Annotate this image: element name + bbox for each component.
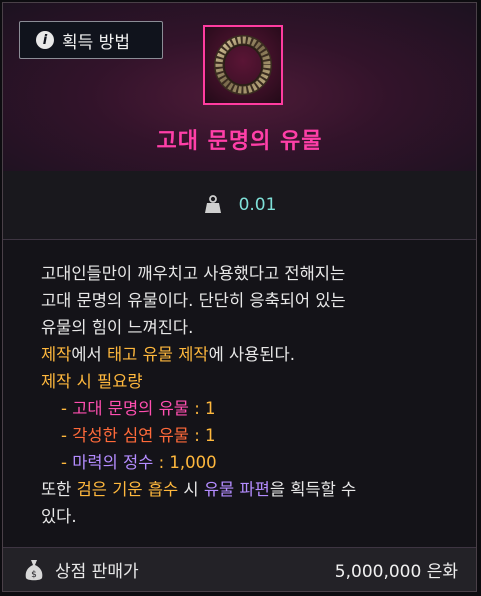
svg-text:$: $ (31, 570, 37, 580)
material-qty: 1,000 (169, 453, 217, 472)
sell-price-value: 5,000,000 은화 (334, 562, 458, 582)
material-sep: : (188, 399, 206, 418)
material-name: 각성한 심연 유물 (72, 426, 189, 445)
craft-target: 태고 유물 제작 (106, 345, 209, 364)
item-tooltip: i 획득 방법 고대 문명의 유물 0.01 고대인들만이 깨우치고 사용했다고… (2, 2, 477, 592)
material-row: - 고대 문명의 유물 : 1 (41, 395, 461, 422)
material-qty: 1 (205, 426, 216, 445)
weight-row: 0.01 (3, 171, 476, 240)
weight-value: 0.01 (238, 195, 277, 215)
sell-price-row: $ 상점 판매가 5,000,000 은화 (3, 547, 476, 591)
material-sep: : (153, 453, 170, 472)
extra-text: 시 (178, 480, 204, 499)
item-header: i 획득 방법 고대 문명의 유물 (3, 3, 476, 172)
weight-icon (204, 195, 221, 213)
item-image (203, 25, 283, 105)
description-line: 유물의 힘이 느껴진다. (41, 318, 194, 337)
description-line: 고대인들만이 깨우치고 사용했다고 전해지는 (41, 264, 346, 283)
material-name: 고대 문명의 유물 (72, 399, 189, 418)
relic-fragment: 유물 파편 (203, 480, 270, 499)
material-row: - 각성한 심연 유물 : 1 (41, 422, 461, 449)
extra-text: 을 획득할 수 (269, 480, 357, 499)
material-dash: - (61, 399, 73, 418)
item-name: 고대 문명의 유물 (156, 129, 323, 154)
extra-text: 또한 (41, 480, 77, 499)
info-icon: i (36, 31, 54, 49)
material-name: 마력의 정수 (72, 453, 154, 472)
material-dash: - (61, 426, 73, 445)
extra-usage-line: 또한 검은 기운 흡수 시 유물 파편을 획득할 수 (41, 476, 461, 503)
ancient-ring-icon (214, 35, 272, 95)
sell-price-label: 상점 판매가 (55, 562, 139, 582)
material-row: - 마력의 정수 : 1,000 (41, 449, 461, 476)
material-qty: 1 (205, 399, 216, 418)
money-bag-icon: $ (25, 559, 43, 580)
craft-text: 에서 (71, 345, 107, 364)
requirement-title: 제작 시 필요량 (41, 372, 143, 391)
extra-usage-line-end: 있다. (41, 507, 77, 526)
craft-keyword: 제작 (41, 345, 72, 364)
black-spirit-absorb: 검은 기운 흡수 (76, 480, 179, 499)
item-description: 고대인들만이 깨우치고 사용했다고 전해지는 고대 문명의 유물이다. 단단히 … (41, 260, 461, 530)
acquisition-method-button[interactable]: i 획득 방법 (19, 21, 163, 59)
description-line: 고대 문명의 유물이다. 단단히 응축되어 있는 (41, 291, 346, 310)
acquisition-method-label: 획득 방법 (62, 32, 130, 53)
material-sep: : (188, 426, 206, 445)
craft-text-end: 에 사용된다. (208, 345, 295, 364)
craft-usage-line: 제작에서 태고 유물 제작에 사용된다. (41, 341, 461, 368)
material-dash: - (61, 453, 73, 472)
